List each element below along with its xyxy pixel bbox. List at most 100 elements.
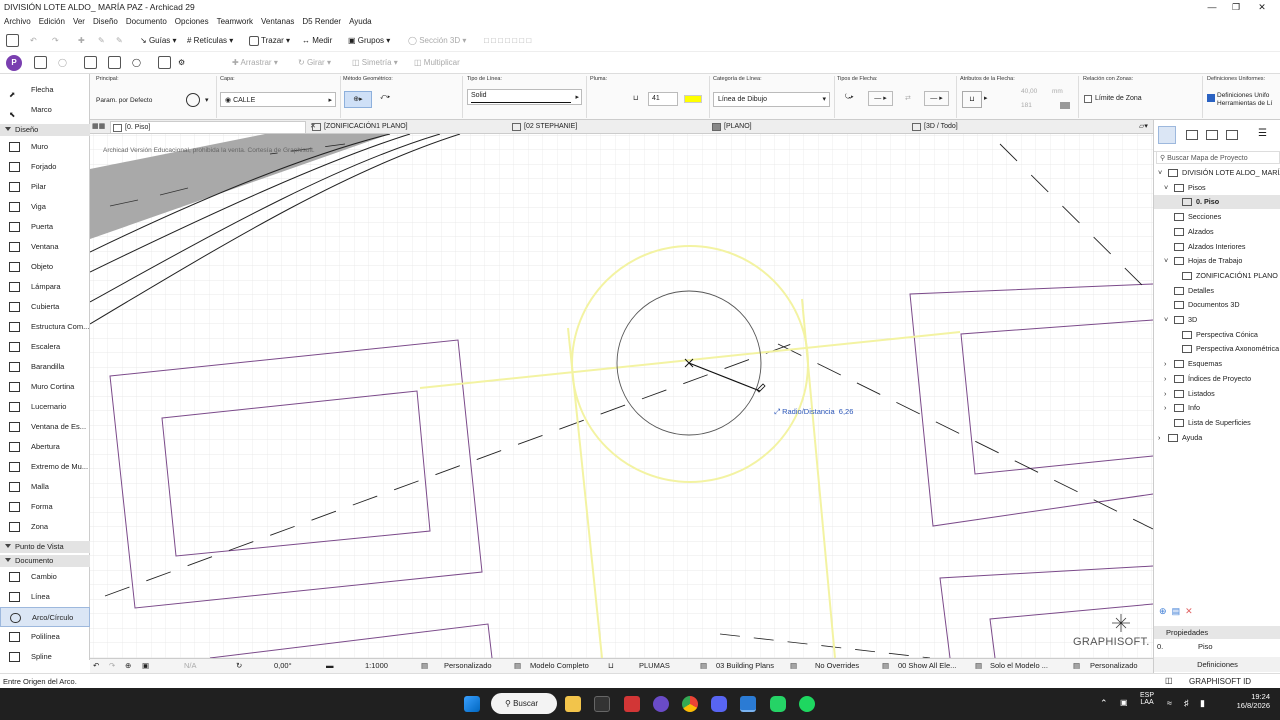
navigator-item[interactable]: Alzados Interiores [1174, 240, 1246, 254]
dimension-icon[interactable]: ▤ [700, 661, 707, 670]
cube-icon[interactable] [34, 56, 49, 70]
minimize-icon[interactable]: — [1200, 0, 1224, 14]
undo-zoom-icon[interactable]: ↶ [93, 661, 99, 670]
section-diseno[interactable]: Diseño [0, 124, 90, 136]
tool-abertura[interactable]: Abertura [0, 437, 90, 457]
structure-icon[interactable]: ▤ [975, 661, 982, 670]
principal-value[interactable]: Param. por Defecto [96, 97, 152, 104]
layers-icon[interactable]: ▤ [421, 661, 428, 670]
atr-pen-value[interactable]: 181 [1021, 102, 1032, 109]
navigator-item[interactable]: Detalles [1174, 284, 1214, 298]
navigator-item[interactable]: ˅ 3D [1164, 313, 1197, 327]
tool-barandilla[interactable]: Barandilla [0, 357, 90, 377]
chevron-right-icon[interactable]: › [1164, 401, 1166, 415]
pen-color-swatch[interactable] [684, 95, 702, 103]
new-view-icon[interactable]: ⊕ [1159, 606, 1167, 616]
app-tray-icon[interactable]: ▣ [1120, 698, 1128, 707]
close-icon[interactable]: ✕ [1250, 0, 1274, 14]
capa-select[interactable]: ◉ CALLE ▸ [220, 92, 336, 107]
delete-icon[interactable]: ✕ [1185, 606, 1193, 616]
chevron-down-icon[interactable]: ˅ [1164, 313, 1168, 327]
graphic-override-icon[interactable]: ▤ [1073, 661, 1080, 670]
tool-muro[interactable]: Muro [0, 137, 90, 157]
tool-cubierta[interactable]: Cubierta [0, 297, 90, 317]
section-punto-vista[interactable]: Punto de Vista [0, 541, 90, 553]
tool-lampara[interactable]: Lámpara [0, 277, 90, 297]
atr-size-value[interactable]: 40,00 [1021, 88, 1037, 95]
pencil-icon[interactable]: ✎ [98, 34, 105, 48]
tool-viga[interactable]: Viga [0, 197, 90, 217]
menu-ver[interactable]: Ver [69, 14, 89, 30]
navigator-item[interactable]: 0. Piso [1154, 195, 1280, 210]
chevron-right-icon[interactable]: › [1164, 387, 1166, 401]
navigator-item[interactable]: › Esquemas [1164, 357, 1222, 371]
language-indicator[interactable]: ESP LAA [1140, 692, 1154, 706]
chevron-down-icon[interactable]: ˅ [1164, 181, 1168, 195]
tool-escalera[interactable]: Escalera [0, 337, 90, 357]
tool-zona[interactable]: Zona [0, 517, 90, 537]
undo-icon[interactable]: ↶ [30, 34, 37, 48]
circle-icon[interactable]: ◯ [58, 56, 67, 70]
section-documento[interactable]: Documento [0, 555, 90, 567]
navigator-item[interactable]: Secciones [1174, 210, 1221, 224]
project-map-icon[interactable] [1158, 126, 1176, 144]
tab-grid-icon[interactable]: ▦▦ [92, 121, 105, 133]
settings-icon[interactable]: ▤ [1172, 606, 1181, 616]
arrow-toggle-icon[interactable]: ⇄ [905, 94, 911, 102]
tray-chevron-icon[interactable]: ⌃ [1100, 698, 1108, 709]
scale-icon[interactable]: ▬ [326, 661, 334, 670]
tool-forjado[interactable]: Forjado [0, 157, 90, 177]
tool-lucernario[interactable]: Lucernario [0, 397, 90, 417]
zoom-icon[interactable]: ▣ [142, 661, 149, 670]
pen-icon[interactable]: ⊔ [608, 661, 614, 670]
clock[interactable]: 19:24 16/8/2026 [1226, 692, 1270, 710]
line-settings-icon[interactable] [186, 93, 200, 107]
view-map-icon[interactable] [1186, 130, 1198, 140]
restore-icon[interactable]: ❐ [1224, 0, 1248, 14]
menu-ventanas[interactable]: Ventanas [257, 14, 298, 30]
tool-forma[interactable]: Forma [0, 497, 90, 517]
chevron-right-icon[interactable]: › [1164, 372, 1166, 386]
dimension-combo[interactable]: 03 Building Plans [716, 661, 774, 670]
tool-spline[interactable]: Spline [0, 647, 90, 667]
wifi-icon[interactable]: ≈ [1167, 698, 1172, 708]
menu-d5render[interactable]: D5 Render [298, 14, 345, 30]
tab-plano[interactable]: [PLANO] [710, 121, 752, 133]
zoom-in-icon[interactable]: ⊕ [125, 661, 131, 670]
trazar-button[interactable]: Trazar ▾ [249, 34, 290, 48]
navigator-item[interactable]: ˅ Pisos [1164, 181, 1206, 195]
battery-icon[interactable]: ▮ [1200, 698, 1205, 709]
navigator-item[interactable]: › Ayuda [1158, 431, 1202, 445]
box-icon[interactable] [84, 56, 99, 70]
chevron-down-icon[interactable]: ▾ [205, 96, 209, 104]
navigator-item[interactable]: ˅ Hojas de Trabajo [1164, 254, 1242, 268]
model-icon[interactable] [158, 56, 173, 70]
plugin-p-icon[interactable]: P [6, 55, 22, 71]
menu-archivo[interactable]: Archivo [0, 14, 35, 30]
windows-start-icon[interactable] [464, 696, 480, 712]
arrow-start-select[interactable]: — ▸ [868, 91, 893, 106]
navigator-item[interactable]: Alzados [1174, 225, 1214, 239]
search-input[interactable]: ⚲ Buscar Mapa de Proyecto [1156, 151, 1280, 164]
rotate-icon[interactable]: ↻ [236, 661, 242, 670]
camera-icon[interactable] [108, 56, 123, 70]
tab-stephanie[interactable]: [02 STEPHANIE] [510, 121, 577, 133]
capcut-icon[interactable] [594, 696, 610, 712]
definiciones-button[interactable]: Definiciones [1154, 657, 1280, 672]
navigator-item[interactable]: Documentos 3D [1174, 298, 1240, 312]
menu-ayuda[interactable]: Ayuda [345, 14, 376, 30]
tab-piso[interactable]: [0. Piso] [110, 121, 306, 133]
menu-edicion[interactable]: Edición [35, 14, 69, 30]
tool-cambio[interactable]: Cambio [0, 567, 90, 587]
zonas-checkbox[interactable] [1084, 95, 1092, 103]
publisher-icon[interactable] [1226, 130, 1238, 140]
propiedades-header[interactable]: Propiedades [1154, 626, 1280, 639]
guias-button[interactable]: ↘ Guías ▾ [140, 34, 177, 48]
reticulas-button[interactable]: # Retículas ▾ [187, 34, 233, 48]
globe-icon[interactable]: ◯ [132, 56, 141, 70]
brush-icon[interactable]: ✎ [116, 34, 123, 48]
chevron-right-icon[interactable]: › [1164, 357, 1166, 371]
renovation-combo[interactable]: 00 Show All Ele... [898, 661, 956, 670]
centro-radio-method-button[interactable]: ⊕▸ [344, 91, 372, 108]
navigator-item[interactable]: ˅ DIVISIÓN LOTE ALDO_ MARÍA [1158, 166, 1280, 180]
